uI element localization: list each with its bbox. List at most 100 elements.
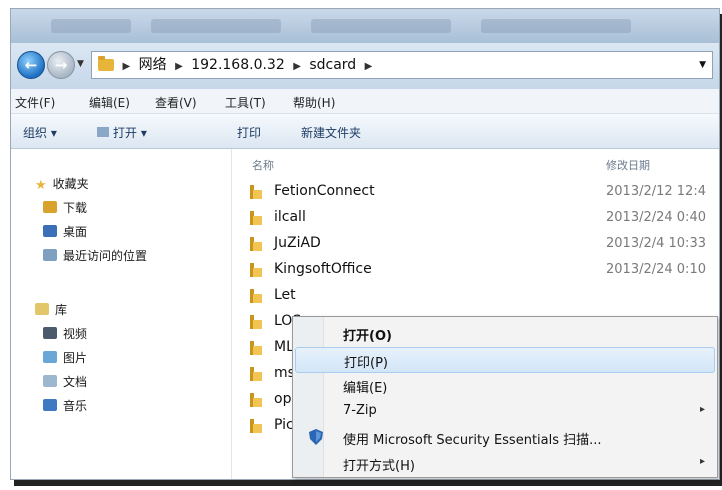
print-button[interactable]: 打印: [237, 124, 261, 141]
folder-icon: [248, 185, 262, 199]
file-name: ML: [274, 339, 294, 355]
nav-music[interactable]: 音乐: [43, 397, 87, 415]
recent-pages-dropdown[interactable]: ▼: [77, 59, 84, 69]
navigation-pane: ★ 收藏夹 下载 桌面 最近访问的位置 库 视频 图片 文档 音乐: [11, 149, 232, 479]
title-bar-controls: [51, 19, 131, 33]
chevron-right-icon[interactable]: ▶: [122, 61, 130, 72]
address-bar[interactable]: ▶ 网络 ▶ 192.168.0.32 ▶ sdcard ▶ ▼: [91, 51, 713, 79]
context-menu-edit[interactable]: 编辑(E): [295, 373, 713, 397]
title-bar: [11, 9, 719, 43]
breadcrumb-host[interactable]: 192.168.0.32: [191, 57, 285, 73]
organize-button[interactable]: 组织 ▾: [23, 124, 57, 141]
menu-file[interactable]: 文件(F): [15, 94, 55, 111]
menu-view[interactable]: 查看(V): [155, 94, 197, 111]
desktop-icon: [43, 225, 57, 237]
context-menu-mse-scan-label: 使用 Microsoft Security Essentials 扫描...: [343, 433, 602, 448]
shield-icon: [309, 429, 323, 445]
file-name: ilcall: [274, 209, 306, 225]
back-button[interactable]: ←: [17, 51, 45, 79]
back-arrow-icon: ←: [24, 56, 38, 74]
chevron-right-icon[interactable]: ▶: [365, 61, 373, 72]
address-row: ← → ▼ ▶ 网络 ▶ 192.168.0.32 ▶ sdcard ▶ ▼: [11, 43, 719, 89]
folder-icon: [248, 341, 262, 355]
folder-icon: [248, 393, 262, 407]
context-menu-edit-label: 编辑(E): [343, 381, 388, 396]
videos-icon: [43, 327, 57, 339]
file-row[interactable]: JuZiAD 2013/2/4 10:33: [248, 233, 718, 257]
file-date: 2013/2/4 10:33: [606, 236, 706, 251]
star-icon: ★: [35, 178, 47, 193]
nav-pictures[interactable]: 图片: [43, 349, 87, 367]
file-name: FetionConnect: [274, 183, 375, 199]
nav-recent-label: 最近访问的位置: [63, 249, 148, 263]
context-menu-open-with-label: 打开方式(H): [343, 459, 415, 474]
chevron-right-icon[interactable]: ▶: [175, 61, 183, 72]
open-button[interactable]: 打开 ▾: [97, 124, 147, 141]
nav-documents-label: 文档: [63, 375, 88, 389]
file-date: 2013/2/24 0:10: [606, 262, 706, 277]
folder-icon: [248, 419, 262, 433]
context-menu-open[interactable]: 打开(O): [295, 321, 713, 345]
nav-videos-label: 视频: [63, 327, 88, 341]
column-header-name[interactable]: 名称: [252, 157, 274, 173]
menu-bar: 文件(F) 编辑(E) 查看(V) 工具(T) 帮助(H): [11, 89, 719, 114]
folder-icon: [98, 56, 114, 71]
context-menu-print[interactable]: 打印(P): [295, 347, 715, 373]
folder-icon: [248, 289, 262, 303]
forward-arrow-icon: →: [54, 56, 68, 74]
title-bar-controls: [311, 19, 451, 33]
context-menu: 打开(O) 打印(P) 编辑(E) 7-Zip ▸ 使用 Microsoft S…: [292, 316, 718, 478]
nav-libraries-label: 库: [55, 303, 68, 317]
nav-videos[interactable]: 视频: [43, 325, 87, 343]
music-icon: [43, 399, 57, 411]
nav-downloads-label: 下载: [63, 201, 88, 215]
menu-edit[interactable]: 编辑(E): [89, 94, 130, 111]
nav-favorites-label: 收藏夹: [52, 177, 89, 191]
nav-documents[interactable]: 文档: [43, 373, 87, 391]
command-bar: 组织 ▾ 打开 ▾ 打印 新建文件夹: [11, 114, 719, 149]
context-menu-open-label: 打开(O): [343, 329, 392, 344]
folder-icon: [248, 367, 262, 381]
file-row[interactable]: KingsoftOffice 2013/2/24 0:10: [248, 259, 718, 283]
documents-icon: [43, 375, 57, 387]
nav-desktop-label: 桌面: [63, 225, 88, 239]
recent-places-icon: [43, 249, 57, 261]
library-icon: [35, 303, 49, 315]
chevron-right-icon[interactable]: ▶: [293, 61, 301, 72]
context-menu-7zip-label: 7-Zip: [343, 403, 377, 418]
menu-tools[interactable]: 工具(T): [225, 94, 266, 111]
open-icon: [97, 127, 109, 137]
nav-favorites[interactable]: ★ 收藏夹: [35, 175, 89, 193]
menu-help[interactable]: 帮助(H): [293, 94, 335, 111]
folder-icon: [248, 237, 262, 251]
context-menu-print-label: 打印(P): [344, 356, 388, 371]
nav-music-label: 音乐: [63, 399, 88, 413]
open-button-label: 打开 ▾: [113, 126, 147, 140]
nav-pictures-label: 图片: [63, 351, 88, 365]
column-header-date-modified[interactable]: 修改日期: [606, 157, 650, 173]
nav-desktop[interactable]: 桌面: [43, 223, 87, 241]
file-date: 2013/2/24 0:40: [606, 210, 706, 225]
folder-icon: [248, 211, 262, 225]
context-menu-mse-scan[interactable]: 使用 Microsoft Security Essentials 扫描...: [295, 425, 713, 449]
nav-downloads[interactable]: 下载: [43, 199, 87, 217]
file-row[interactable]: FetionConnect 2013/2/12 12:4: [248, 181, 718, 205]
file-name: KingsoftOffice: [274, 261, 372, 277]
downloads-icon: [43, 201, 57, 213]
title-bar-controls: [481, 19, 631, 33]
context-menu-open-with[interactable]: 打开方式(H) ▸: [295, 451, 713, 475]
new-folder-button[interactable]: 新建文件夹: [301, 124, 361, 141]
submenu-arrow-icon: ▸: [699, 404, 705, 415]
file-row[interactable]: ilcall 2013/2/24 0:40: [248, 207, 718, 231]
nav-libraries[interactable]: 库: [35, 301, 67, 319]
submenu-arrow-icon: ▸: [699, 456, 705, 467]
breadcrumb-sdcard[interactable]: sdcard: [309, 57, 356, 73]
nav-recent[interactable]: 最近访问的位置: [43, 247, 147, 265]
file-name: JuZiAD: [274, 235, 321, 251]
address-dropdown-icon[interactable]: ▼: [699, 52, 706, 78]
forward-button[interactable]: →: [47, 51, 75, 79]
file-row[interactable]: Let: [248, 285, 718, 309]
breadcrumb-network[interactable]: 网络: [139, 57, 167, 73]
pictures-icon: [43, 351, 57, 363]
context-menu-7zip[interactable]: 7-Zip ▸: [295, 399, 713, 423]
